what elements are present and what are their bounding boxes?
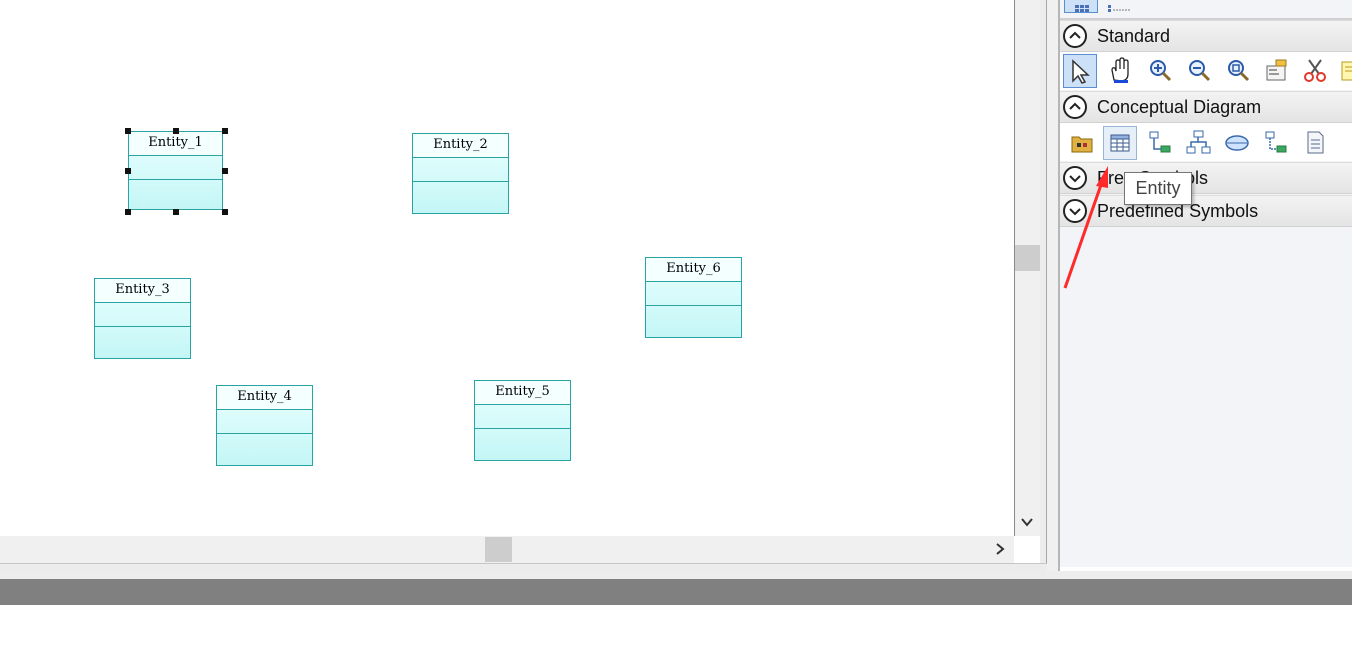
group-header-standard[interactable]: Standard [1060,20,1352,52]
association-link-icon [1265,131,1287,153]
file-tool[interactable] [1298,126,1332,160]
association-tool[interactable] [1220,126,1254,160]
zoom-in-icon [1150,60,1172,82]
annotation-arrow-icon [1063,166,1108,289]
file-icon [1307,131,1324,154]
cut-icon [1304,59,1326,82]
entity-box[interactable]: Entity_2 [412,133,509,214]
horizontal-scroll-thumb[interactable] [485,537,512,562]
chevron-up-icon[interactable] [1063,24,1087,48]
taskbar-strip [0,579,1352,605]
entity-icon [1110,134,1130,152]
relationship-icon [1149,131,1171,153]
zoom-out-icon [1189,60,1211,82]
package-tool[interactable] [1065,126,1099,160]
diagram-canvas[interactable]: Entity_1 Entity_2 Entity_3 Entity_4 Enti… [0,0,1014,536]
package-icon [1071,136,1093,153]
entity-name: Entity_2 [413,134,508,158]
entity-attributes [95,303,190,327]
hand-tool[interactable] [1103,54,1137,88]
relationship-tool[interactable] [1143,126,1177,160]
entity-box[interactable]: Entity_3 [94,278,191,359]
selection-handle[interactable] [125,168,131,174]
selection-handle[interactable] [222,209,228,215]
scroll-down-icon[interactable] [1017,511,1037,533]
note-icon [1341,61,1352,81]
entity-name: Entity_5 [475,381,570,405]
selection-handle[interactable] [173,128,179,134]
large-icons-view-button[interactable] [1064,0,1098,13]
group-header-conceptual-diagram[interactable]: Conceptual Diagram [1060,91,1352,123]
zoom-in-tool[interactable] [1143,54,1177,88]
entity-attributes [217,410,312,434]
entity-attributes [475,405,570,429]
note-tool[interactable] [1336,54,1352,88]
tooltip: Entity [1124,172,1192,205]
canvas-frame [1040,0,1047,571]
properties-tool[interactable] [1259,54,1293,88]
list-view-button[interactable] [1104,0,1134,12]
entity-name: Entity_4 [217,386,312,410]
chevron-up-icon[interactable] [1063,95,1087,119]
entity-box[interactable]: Entity_5 [474,380,571,461]
entity-name: Entity_1 [129,132,222,156]
entity-tool[interactable] [1103,126,1137,160]
cut-tool[interactable] [1298,54,1332,88]
entity-attributes [646,282,741,306]
selection-handle[interactable] [222,168,228,174]
entity-box[interactable]: Entity_6 [645,257,742,338]
entity-name: Entity_3 [95,279,190,303]
entity-attributes [413,158,508,182]
selection-handle[interactable] [173,209,179,215]
grid-view-icon [1075,5,1089,12]
conceptual-tools-row [1060,123,1352,161]
list-view-icon [1108,5,1130,12]
properties-icon [1266,59,1287,81]
pointer-icon [1072,59,1090,84]
selection-handle[interactable] [125,128,131,134]
scroll-right-icon[interactable] [990,539,1010,559]
entity-attributes [129,156,222,180]
pointer-tool[interactable] [1063,54,1097,88]
hand-icon [1111,57,1129,83]
standard-tools-row [1060,52,1352,90]
group-label: Conceptual Diagram [1097,97,1262,117]
vertical-scroll-thumb[interactable] [1015,245,1040,271]
entity-name: Entity_6 [646,258,741,282]
zoom-fit-tool[interactable] [1221,54,1255,88]
zoom-out-tool[interactable] [1182,54,1216,88]
inheritance-tool[interactable] [1181,126,1215,160]
association-link-tool[interactable] [1259,126,1293,160]
selection-handle[interactable] [125,209,131,215]
selection-handle[interactable] [222,128,228,134]
group-label: Standard [1097,26,1171,46]
association-icon [1225,135,1249,151]
inheritance-icon [1186,130,1211,154]
entity-box[interactable]: Entity_4 [216,385,313,466]
entity-box[interactable]: Entity_1 [128,131,223,210]
canvas-frame-bottom [0,563,1047,571]
zoom-fit-icon [1228,60,1250,82]
